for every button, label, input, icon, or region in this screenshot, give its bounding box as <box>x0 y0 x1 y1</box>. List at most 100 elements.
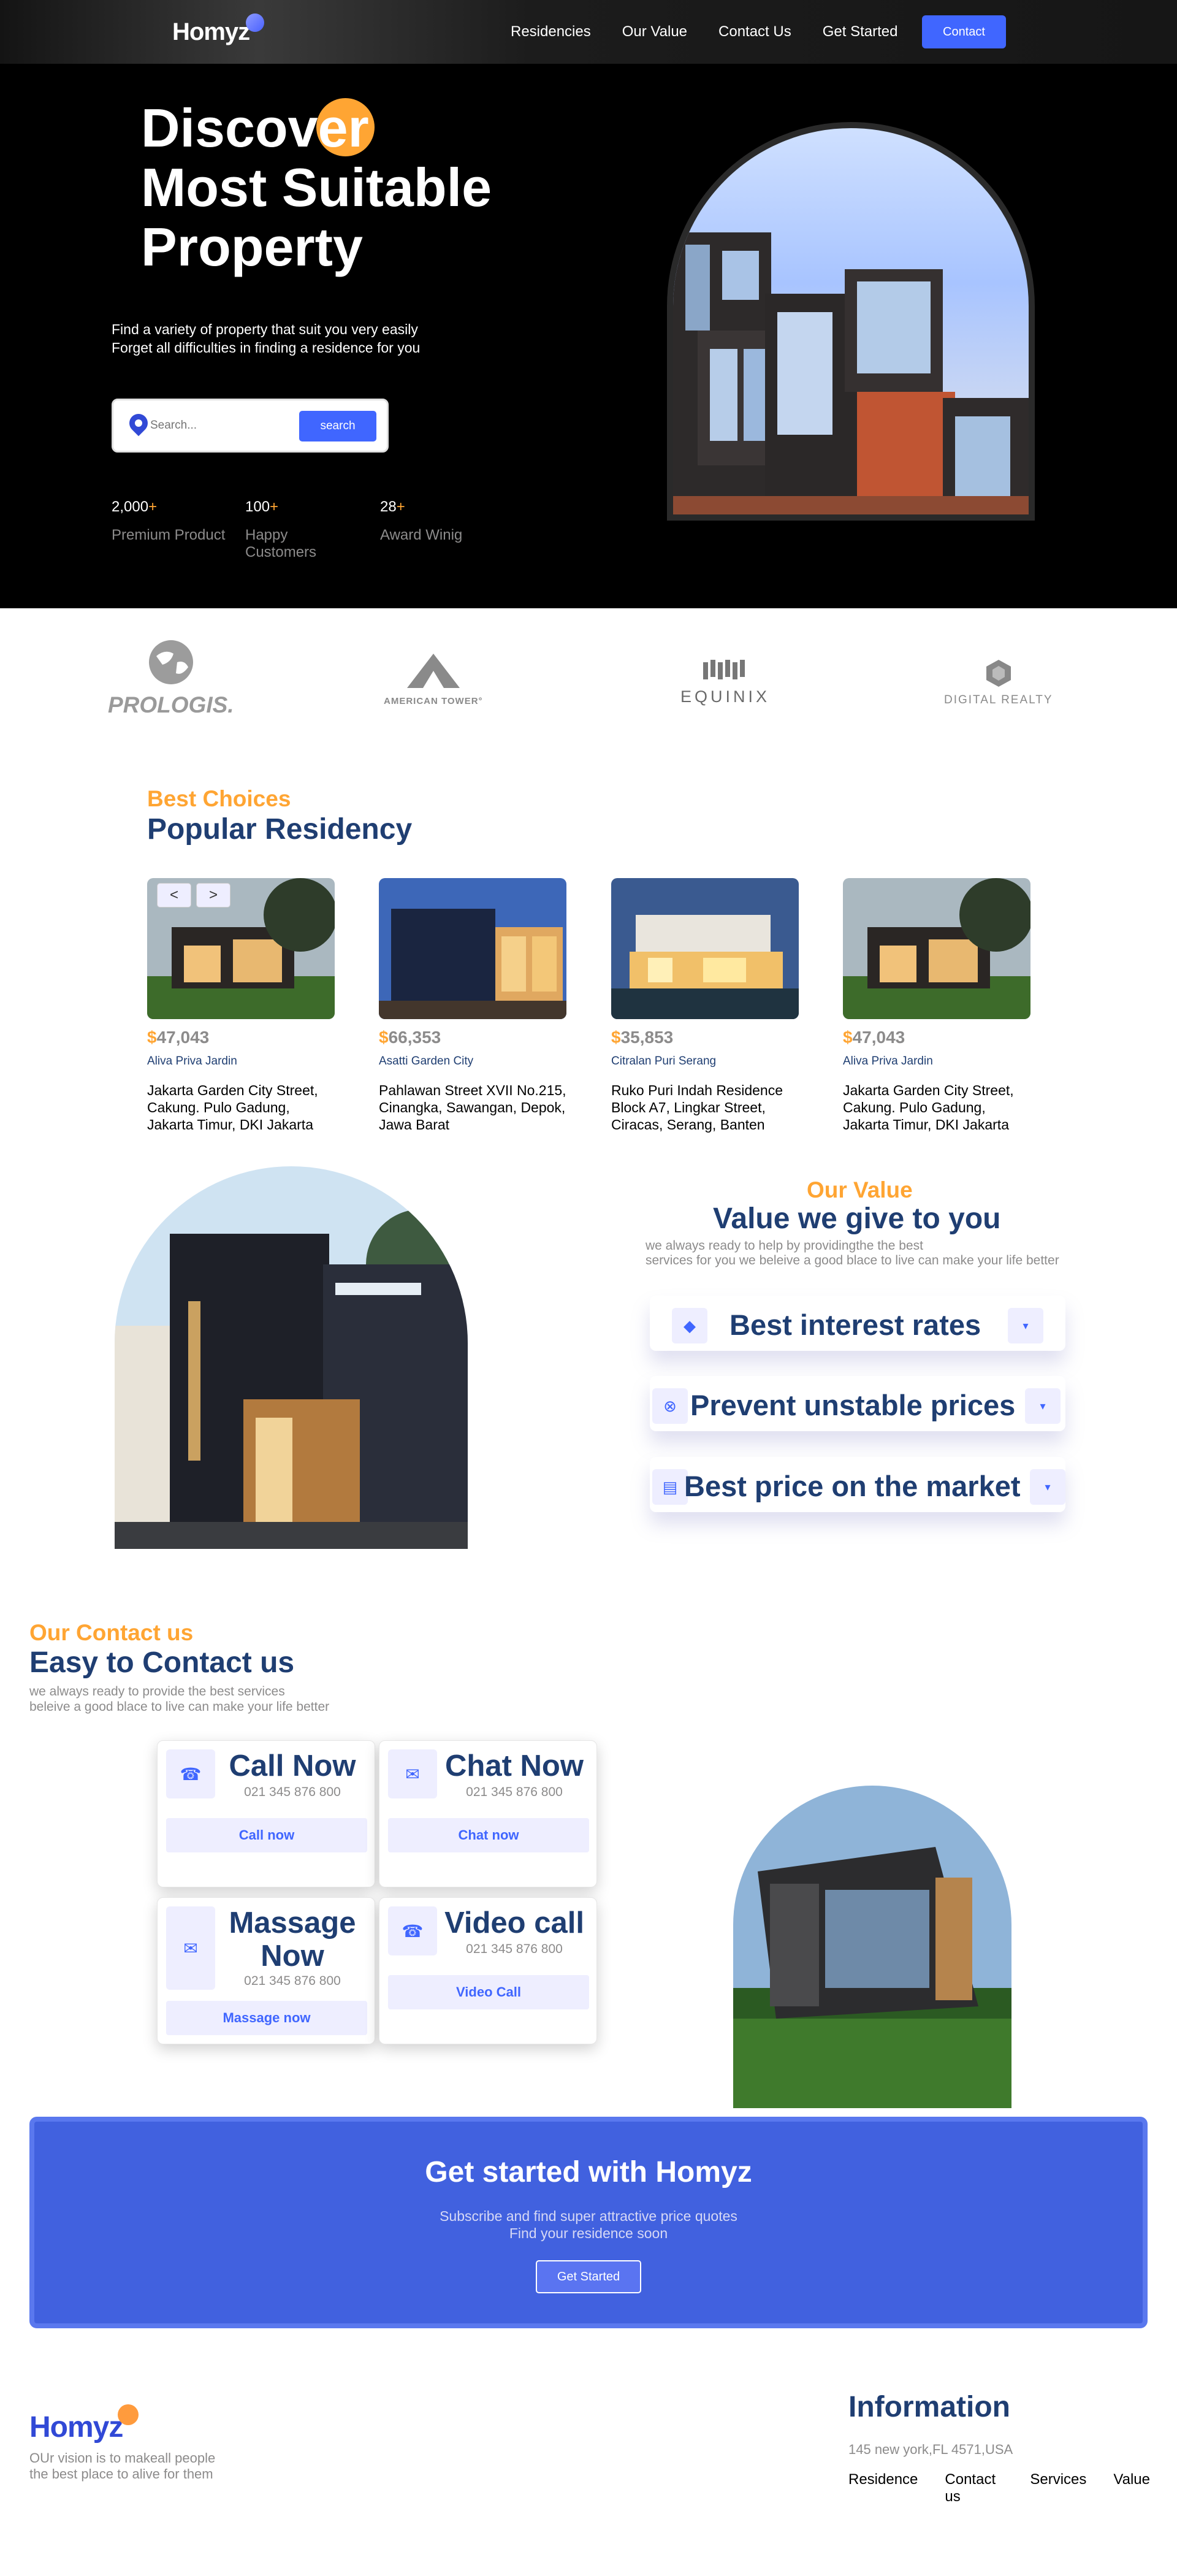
stat-happy-customers: 100+ Happy Customers <box>245 499 362 561</box>
nav-link-residencies[interactable]: Residencies <box>511 23 591 40</box>
currency-sign: $ <box>379 1028 389 1047</box>
location-pin-icon <box>125 410 152 437</box>
chat-icon: ✉ <box>388 1749 437 1798</box>
digital-realty-logo-icon <box>986 660 1011 687</box>
footer-logo[interactable]: Homyz <box>29 2410 123 2444</box>
residency-card[interactable]: $47,043 Aliva Priva Jardin Jakarta Garde… <box>843 878 1030 1133</box>
main-nav: Residencies Our Value Contact Us Get Sta… <box>511 23 929 40</box>
residency-name: Asatti Garden City <box>379 1055 474 1068</box>
message-now-button[interactable]: Massage now <box>166 2001 367 2035</box>
residency-card[interactable]: $66,353 Asatti Garden City Pahlawan Stre… <box>379 878 566 1133</box>
footer-link-services[interactable]: Services <box>1030 2471 1086 2505</box>
contact-section: Our Contact us Easy to Contact us we alw… <box>0 1620 1177 2117</box>
companies-section: PROLOGIS. AMERICAN TOWER° EQUINIX DIGITA… <box>0 608 1177 768</box>
company-name: EQUINIX <box>680 687 771 706</box>
hero-search-bar: search <box>112 399 389 453</box>
value-accordion-item[interactable]: ◆ Best interest rates ▾ <box>650 1296 1065 1351</box>
currency-sign: $ <box>843 1028 853 1047</box>
message-icon: ✉ <box>166 1906 215 1990</box>
contact-card-number: 021 345 876 800 <box>244 1785 341 1799</box>
slider-prev-button[interactable]: < <box>157 883 191 908</box>
residency-image <box>379 878 566 1019</box>
residency-image: < > <box>147 878 335 1019</box>
nav-link-get-started[interactable]: Get Started <box>823 23 898 40</box>
call-now-button[interactable]: Call now <box>166 1818 367 1852</box>
cta-subtitle: Subscribe and find super attractive pric… <box>34 2207 1143 2242</box>
company-name: PROLOGIS. <box>108 692 234 717</box>
nav-link-contact-us[interactable]: Contact Us <box>718 23 791 40</box>
footer-info-title: Information <box>848 2391 1010 2423</box>
contact-building-image <box>733 1786 1011 2108</box>
contact-description: we always ready to provide the best serv… <box>29 1684 329 1714</box>
hero-section: Homyz Residencies Our Value Contact Us G… <box>0 0 1177 608</box>
footer-link-residence[interactable]: Residence <box>848 2471 918 2505</box>
footer-link-contact-us[interactable]: Contact us <box>945 2471 1003 2505</box>
residency-card[interactable]: < > $47,043 Aliva Priva Jardin Jakarta G… <box>147 878 335 1133</box>
tower-logo-icon <box>406 654 460 688</box>
search-input[interactable] <box>150 416 285 435</box>
chevron-down-icon[interactable]: ▾ <box>1008 1308 1043 1343</box>
stat-award-winning: 28+ Award Winig <box>380 499 462 561</box>
price-value: 47,043 <box>852 1028 905 1047</box>
contact-desc-line-2: beleive a good blace to live can make yo… <box>29 1700 330 1714</box>
residency-name: Aliva Priva Jardin <box>843 1055 933 1068</box>
video-call-button[interactable]: Video Call <box>388 1975 589 2009</box>
stat-label: Happy Customers <box>245 527 317 560</box>
vision-line-2: the best place to alive for them <box>29 2466 213 2482</box>
company-name: DIGITAL REALTY <box>944 694 1053 706</box>
search-button[interactable]: search <box>299 411 376 441</box>
hero-stats: 2,000+ Premium Product 100+ Happy Custom… <box>112 499 481 561</box>
slider-next-button[interactable]: > <box>196 883 230 908</box>
cta-sub-line-2: Find your residence soon <box>509 2225 668 2241</box>
chevron-down-icon[interactable]: ▾ <box>1025 1388 1061 1424</box>
stat-value: 2,000 <box>112 499 149 515</box>
stat-label: Premium Product <box>112 527 226 543</box>
value-section: Our Value Value we give to you we always… <box>0 1166 1177 1620</box>
get-started-button[interactable]: Get Started <box>536 2260 641 2293</box>
contact-desc-line-1: we always ready to provide the best serv… <box>29 1684 285 1699</box>
get-started-section: Get started with Homyz Subscribe and fin… <box>0 2117 1177 2345</box>
residency-price: $35,853 <box>611 1028 799 1047</box>
residency-price: $66,353 <box>379 1028 566 1047</box>
stat-value: 28 <box>380 499 397 515</box>
get-started-banner: Get started with Homyz Subscribe and fin… <box>29 2117 1148 2328</box>
stat-premium-product: 2,000+ Premium Product <box>112 499 227 561</box>
globe-logo-icon <box>148 640 193 684</box>
value-desc-line-2: services for you we beleive a good blace… <box>646 1253 1059 1267</box>
currency-sign: $ <box>147 1028 157 1047</box>
nav-link-our-value[interactable]: Our Value <box>622 23 687 40</box>
value-accordion-item[interactable]: ▤ Best price on the market ▾ <box>650 1457 1065 1512</box>
logo-dot-icon <box>246 13 264 32</box>
value-accordion-item[interactable]: ⊗ Prevent unstable prices ▾ <box>650 1376 1065 1431</box>
price-value: 47,043 <box>156 1028 210 1047</box>
chat-now-button[interactable]: Chat now <box>388 1818 589 1852</box>
company-prologis: PROLOGIS. <box>108 638 234 718</box>
hero-building-image <box>667 122 1035 521</box>
contact-card-video: ☎ Video call 021 345 876 800 Video Call <box>379 1897 597 2044</box>
residency-card[interactable]: $35,853 Citralan Puri Serang Ruko Puri I… <box>611 878 799 1133</box>
chevron-down-icon[interactable]: ▾ <box>1030 1469 1065 1505</box>
header-contact-button[interactable]: Contact <box>922 15 1006 48</box>
vision-line-1: OUr vision is to makeall people <box>29 2450 216 2466</box>
price-value: 35,853 <box>620 1028 674 1047</box>
contact-card-number: 021 345 876 800 <box>244 1974 341 1988</box>
residency-detail: Jakarta Garden City Street, Cakung. Pulo… <box>843 1082 1014 1133</box>
stat-plus: + <box>270 499 279 515</box>
contact-title: Easy to Contact us <box>29 1646 295 1679</box>
x-circle-icon: ⊗ <box>652 1388 688 1424</box>
footer-link-value[interactable]: Value <box>1113 2471 1150 2505</box>
shield-check-icon: ◆ <box>672 1308 707 1343</box>
cta-sub-line-1: Subscribe and find super attractive pric… <box>440 2208 737 2224</box>
contact-card-title: Video call <box>444 1906 584 1940</box>
equinix-logo-icon <box>703 660 745 679</box>
hero-title-line-2: Most Suitable <box>141 157 492 218</box>
residency-detail: Ruko Puri Indah Residence Block A7, Ling… <box>611 1082 783 1133</box>
accordion-title: Prevent unstable prices <box>690 1389 1016 1421</box>
site-logo[interactable]: Homyz <box>172 18 250 46</box>
footer-vision: OUr vision is to makeall people the best… <box>29 2450 215 2482</box>
footer-address: 145 new york,FL 4571,USA <box>848 2442 1013 2457</box>
phone-icon: ☎ <box>166 1749 215 1798</box>
footer-logo-dot-icon <box>118 2404 139 2425</box>
accordion-title: Best price on the market <box>684 1470 1021 1502</box>
chart-icon: ▤ <box>652 1469 688 1505</box>
